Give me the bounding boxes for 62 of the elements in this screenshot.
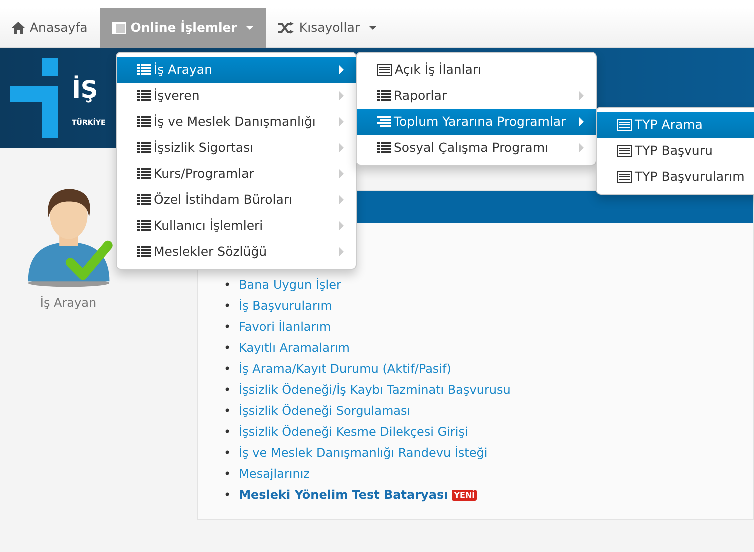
menu-link[interactable]: Favori İlanlarım xyxy=(239,317,332,338)
menu-item[interactable]: İşveren xyxy=(117,83,356,109)
bullet: • xyxy=(224,466,232,483)
list-icon xyxy=(377,142,391,154)
menu-item[interactable]: TYP Başvuru xyxy=(597,138,754,164)
outline-list-icon xyxy=(377,116,391,128)
menu-item[interactable]: Açık İş İlanları xyxy=(357,57,596,83)
list-card-icon xyxy=(617,145,632,157)
list-card-icon xyxy=(617,171,632,183)
menu-item[interactable]: Özel İstihdam Büroları xyxy=(117,187,356,213)
bullet: • xyxy=(224,298,232,315)
bullet: • xyxy=(224,382,232,399)
nav-item[interactable]: Online İşlemler xyxy=(100,8,266,48)
menu-link[interactable]: İş Başvurularım xyxy=(239,296,332,317)
bullet: • xyxy=(224,319,232,336)
list-icon xyxy=(137,116,151,128)
menu-item[interactable]: TYP Başvurularım xyxy=(597,164,754,190)
list-icon xyxy=(137,220,151,232)
bullet: • xyxy=(224,340,232,357)
list-icon xyxy=(137,246,151,258)
bullet: • xyxy=(224,277,232,294)
menu-link[interactable]: Mesleki Yönelim Test Bataryası xyxy=(239,485,448,506)
menu-item[interactable]: Raporlar xyxy=(357,83,596,109)
menu-item[interactable]: Sosyal Çalışma Programı xyxy=(357,135,596,161)
menu-link[interactable]: Bana Uygun İşler xyxy=(239,275,342,296)
menu-link[interactable]: İşsizlik Ödeneği Kesme Dilekçesi Girişi xyxy=(239,422,468,443)
menu-item[interactable]: İş Arayan xyxy=(117,57,356,83)
list-icon xyxy=(137,90,151,102)
list-card-icon xyxy=(377,64,392,76)
bullet: • xyxy=(224,445,232,462)
menu-link[interactable]: Kayıtlı Aramalarım xyxy=(239,338,350,359)
menu-item[interactable]: Meslekler Sözlüğü xyxy=(117,239,356,265)
bullet: • xyxy=(224,403,232,420)
bullet: • xyxy=(224,361,232,378)
list-icon xyxy=(137,142,151,154)
menu-item[interactable]: İşsizlik Sigortası xyxy=(117,135,356,161)
window-icon xyxy=(112,22,126,34)
menu-link[interactable]: İş ve Meslek Danışmanlığı Randevu İsteği xyxy=(239,443,488,464)
bullet: • xyxy=(224,487,232,504)
list-icon xyxy=(137,168,151,180)
menu-link[interactable]: İşsizlik Ödeneği Sorgulaması xyxy=(239,401,411,422)
list-card-icon xyxy=(617,119,632,131)
menu-item[interactable]: Kurs/Programlar xyxy=(117,161,356,187)
logo-text: İŞ xyxy=(72,78,98,102)
profile-label: İş Arayan xyxy=(40,295,97,312)
logo-icon xyxy=(10,58,60,138)
menu-item[interactable]: İş ve Meslek Danışmanlığı xyxy=(117,109,356,135)
nav-item[interactable]: Anasayfa xyxy=(0,8,100,48)
shuffle-icon xyxy=(278,22,294,34)
nav-item[interactable]: Kısayollar xyxy=(266,8,390,48)
new-badge: YENİ xyxy=(452,490,478,501)
menu-item[interactable]: TYP Arama xyxy=(597,112,754,138)
menu-link[interactable]: Mesajlarınız xyxy=(239,464,310,485)
home-icon xyxy=(12,22,25,34)
menu-link[interactable]: İş Arama/Kayıt Durumu (Aktif/Pasif) xyxy=(239,359,452,380)
list-icon xyxy=(137,64,151,76)
menu-item[interactable]: Kullanıcı İşlemleri xyxy=(117,213,356,239)
menu-link[interactable]: İşsizlik Ödeneği/İş Kaybı Tazminatı Başvurusu xyxy=(239,380,511,401)
list-icon xyxy=(377,90,391,102)
menu-item[interactable]: Toplum Yararına Programlar xyxy=(357,109,596,135)
bullet: • xyxy=(224,424,232,441)
list-icon xyxy=(137,194,151,206)
